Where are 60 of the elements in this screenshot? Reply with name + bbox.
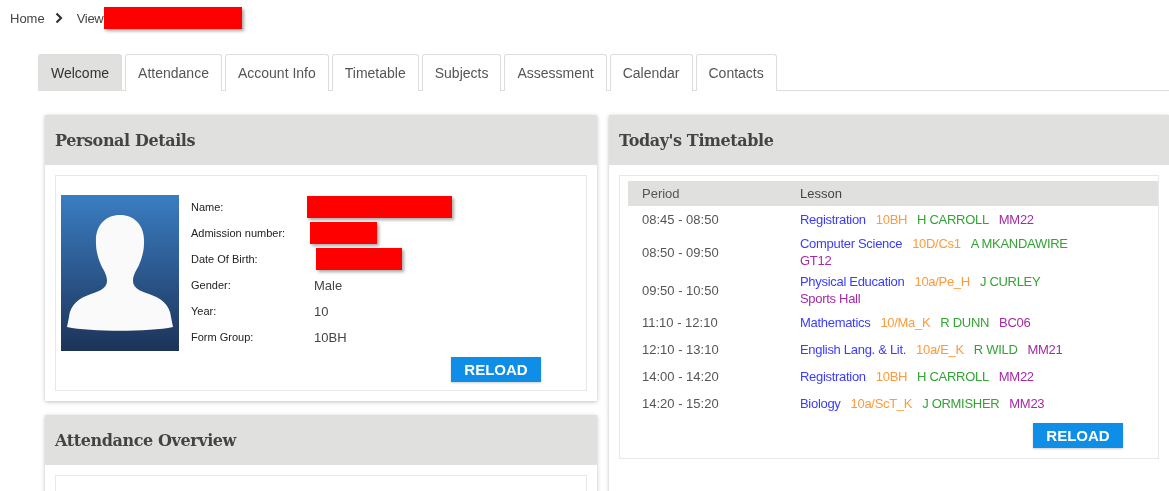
lesson-detail: 10BH [875,212,908,227]
field-label: Form Group: [191,331,255,343]
lesson-detail: 10a/Pe_H [914,274,970,289]
lesson-detail: A MKANDAWIRE [970,236,1068,251]
field-label: Name: [191,201,225,213]
period-cell-text: 08:50 - 09:50 [641,244,720,260]
lesson-detail: 10a/ScT_K [850,396,913,411]
lesson-detail: Computer Science [800,236,903,251]
lesson-detail: R DUNN [940,315,990,330]
field-value: 10BH [314,329,347,345]
panel-title: Attendance Overview [55,430,236,450]
lesson-detail: GT12 [800,253,832,268]
lesson-detail: 10BH [875,369,908,384]
lesson-detail: English Lang. & Lit. [800,342,907,357]
panel-title: Today's Timetable [619,130,774,150]
column-header: Lesson [800,186,843,201]
period-cell-text: 08:45 - 08:50 [641,212,720,227]
lesson-detail: H CARROLL [917,212,989,227]
field-label: Admission number: [191,227,287,239]
lesson-detail: MM21 [1027,342,1063,357]
breadcrumb-link[interactable]: Home [10,10,45,26]
tab[interactable]: Account Info [224,54,329,91]
tab[interactable]: Subjects [421,54,502,91]
lesson-detail: R WILD [973,342,1018,357]
period-cell-text: 11:10 - 12:10 [641,315,719,330]
lesson-detail: BC06 [999,315,1031,330]
lesson-detail: H CARROLL [917,369,989,384]
column-header: Period [641,186,681,201]
period-cell-text: 09:50 - 10:50 [641,282,720,298]
field-label: Date Of Birth: [191,253,259,265]
period-cell-text: 14:20 - 15:20 [641,396,720,411]
tab[interactable]: Welcome [38,54,123,91]
lesson-detail: MM22 [998,369,1034,384]
period-cell-text: 12:10 - 13:10 [641,342,720,357]
field-label: Year: [191,305,218,317]
period-cell-text: 14:00 - 14:20 [641,369,720,384]
lesson-detail: J ORMISHER [922,396,1000,411]
lesson-detail: Physical Education [800,274,905,289]
chevron-icon [54,12,63,24]
panel-title: Personal Details [55,130,196,150]
lesson-detail: Biology [800,396,841,411]
lesson-detail: MM23 [1009,396,1045,411]
breadcrumb-current: View [76,10,104,26]
lesson-detail: Registration [800,212,866,227]
lesson-detail: Sports Hall [800,291,861,306]
tab[interactable]: Calendar [609,54,693,91]
lesson-detail: J CURLEY [979,274,1041,289]
field-label: Gender: [191,279,232,291]
lesson-detail: 10/Ma_K [880,315,931,330]
lesson-detail: 10a/E_K [916,342,964,357]
tab[interactable]: Timetable [331,54,419,91]
tab[interactable]: Contacts [695,54,777,91]
lesson-detail: Registration [800,369,866,384]
tab[interactable]: Assessment [504,54,607,91]
field-value: Male [314,277,343,293]
lesson-detail: 10D/Cs1 [912,236,961,251]
lesson-detail: Mathematics [800,315,871,330]
lesson-detail: MM22 [998,212,1034,227]
tab[interactable]: Attendance [125,54,222,91]
field-value: 10 [314,303,329,319]
